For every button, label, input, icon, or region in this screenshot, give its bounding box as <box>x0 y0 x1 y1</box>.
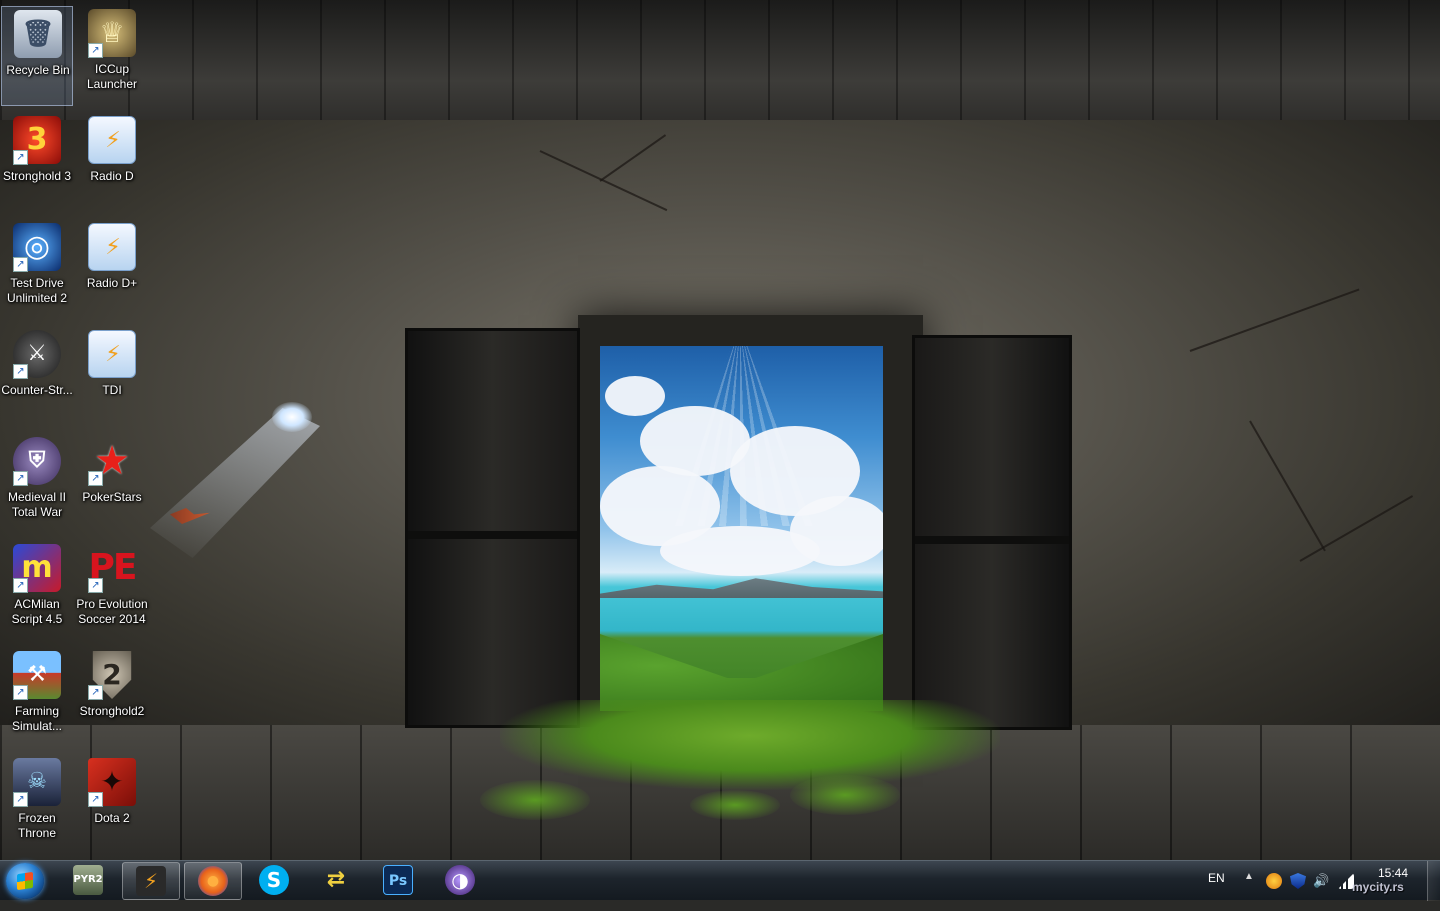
network-tool-icon: ⇄ <box>326 867 346 892</box>
show-desktop-button[interactable] <box>1427 861 1440 901</box>
icon-label: ICCup Launcher <box>86 62 138 91</box>
desktop-icon-counter-strike[interactable]: ⚔ ↗ Counter-Str... <box>1 327 73 427</box>
icon-label: Farming Simulat... <box>11 704 62 733</box>
firefox-icon: ● <box>198 866 228 896</box>
distant-hills <box>600 578 883 598</box>
icon-label: Dota 2 <box>94 811 130 825</box>
shortcut-arrow-icon: ↗ <box>13 150 28 165</box>
skype-icon: S <box>259 865 289 895</box>
shortcut-arrow-icon: ↗ <box>13 578 28 593</box>
icon-label: TDI <box>102 383 122 397</box>
shortcut-arrow-icon: ↗ <box>13 257 28 272</box>
left-door <box>405 328 580 728</box>
taskbar-pyr2[interactable]: PYR2 <box>60 862 118 900</box>
shortcut-arrow-icon: ↗ <box>13 364 28 379</box>
desktop-icon-radio-d[interactable]: ⚡ Radio D <box>76 113 148 213</box>
icon-label: Counter-Str... <box>1 383 73 397</box>
icon-label: Pro Evolution Soccer 2014 <box>76 597 148 626</box>
desktop-icon-frozen-throne[interactable]: ☠ ↗ Frozen Throne <box>1 755 73 855</box>
shortcut-arrow-icon: ↗ <box>88 578 103 593</box>
icon-label: ACMilan Script 4.5 <box>11 597 63 626</box>
doorway-landscape <box>600 346 883 711</box>
taskbar-winamp[interactable]: ⚡ <box>122 862 180 900</box>
photoshop-icon: Ps <box>383 865 413 895</box>
grass-spot <box>480 780 590 820</box>
tray-app-icon[interactable] <box>1266 873 1282 889</box>
icon-label: Stronghold2 <box>79 704 145 718</box>
icon-label: Recycle Bin <box>6 63 70 77</box>
volume-icon[interactable]: 🔊 <box>1313 873 1329 889</box>
desktop-icon-recycle-bin[interactable]: 🗑 Recycle Bin <box>1 6 73 106</box>
desktop-icon-iccup-launcher[interactable]: ♕ ↗ ICCup Launcher <box>76 6 148 106</box>
grass-spot <box>790 775 900 815</box>
desktop-icon-pokerstars[interactable]: ★ ↗ PokerStars <box>76 434 148 534</box>
icon-label: Test Drive Unlimited 2 <box>6 276 68 305</box>
shortcut-arrow-icon: ↗ <box>13 471 28 486</box>
radio-d-plus-icon: ⚡ <box>88 223 136 271</box>
show-hidden-icons-button[interactable]: ▲ <box>1244 871 1254 911</box>
grass-spot <box>690 790 780 820</box>
start-button[interactable] <box>6 863 44 899</box>
taskbar-eclipse[interactable]: ◑ <box>432 862 490 900</box>
desktop-icon-pes-2014[interactable]: PE ↗ Pro Evolution Soccer 2014 <box>76 541 148 641</box>
door-band <box>408 531 577 539</box>
icon-label: Stronghold 3 <box>2 169 72 183</box>
taskbar-photoshop[interactable]: Ps <box>370 862 428 900</box>
shortcut-arrow-icon: ↗ <box>88 43 103 58</box>
shortcut-arrow-icon: ↗ <box>88 685 103 700</box>
recycle-bin-icon: 🗑 <box>14 10 62 58</box>
pyr2-app-icon: PYR2 <box>73 865 103 895</box>
radio-d-icon: ⚡ <box>88 116 136 164</box>
shortcut-arrow-icon: ↗ <box>88 792 103 807</box>
icon-label: Medieval II Total War <box>7 490 67 519</box>
cloud <box>660 526 820 576</box>
icon-label: Frozen Throne <box>17 811 57 840</box>
desktop-icon-radio-d-plus[interactable]: ⚡ Radio D+ <box>76 220 148 320</box>
taskbar-firefox[interactable]: ● <box>184 862 242 900</box>
security-shield-icon[interactable] <box>1290 873 1306 889</box>
shortcut-arrow-icon: ↗ <box>88 471 103 486</box>
desktop-icon-tdi[interactable]: ⚡ TDI <box>76 327 148 427</box>
cloud <box>605 376 665 416</box>
desktop-icon-medieval-ii[interactable]: ⛨ ↗ Medieval II Total War <box>1 434 73 534</box>
taskbar-skype[interactable]: S <box>246 862 304 900</box>
door-band <box>915 536 1069 544</box>
icon-label: Radio D+ <box>86 276 138 290</box>
eclipse-icon: ◑ <box>445 865 475 895</box>
desktop-icon-stronghold2[interactable]: 2 ↗ Stronghold2 <box>76 648 148 748</box>
watermark: mycity.rs <box>1352 880 1404 894</box>
taskbar: PYR2 ⚡ ● S ⇄ Ps ◑ EN ▲ 🔊 15:44 <box>0 860 1440 901</box>
desktop-wallpaper <box>0 0 1440 860</box>
right-door <box>912 335 1072 730</box>
wallpaper-ceiling <box>0 0 1440 135</box>
windows-logo-icon <box>17 871 33 891</box>
clock-time: 15:44 <box>1377 866 1409 880</box>
taskbar-network-tool[interactable]: ⇄ <box>308 862 366 900</box>
wall-light <box>272 402 312 432</box>
shortcut-arrow-icon: ↗ <box>13 792 28 807</box>
icon-label: PokerStars <box>82 490 142 504</box>
desktop-icon-dota-2[interactable]: ✦ ↗ Dota 2 <box>76 755 148 855</box>
icon-label: Radio D <box>90 169 134 183</box>
desktop-icon-test-drive-unlimited-2[interactable]: ◎ ↗ Test Drive Unlimited 2 <box>1 220 73 320</box>
grass-patch <box>500 700 1000 790</box>
desktop-icon-acmilan-script[interactable]: m ↗ ACMilan Script 4.5 <box>1 541 73 641</box>
desktop-icon-stronghold-3[interactable]: 3 ↗ Stronghold 3 <box>1 113 73 213</box>
winamp-icon: ⚡ <box>136 866 166 896</box>
tdi-icon: ⚡ <box>88 330 136 378</box>
shortcut-arrow-icon: ↗ <box>13 685 28 700</box>
desktop-icon-farming-simulator[interactable]: ⚒ ↗ Farming Simulat... <box>1 648 73 748</box>
language-indicator[interactable]: EN <box>1208 871 1225 911</box>
